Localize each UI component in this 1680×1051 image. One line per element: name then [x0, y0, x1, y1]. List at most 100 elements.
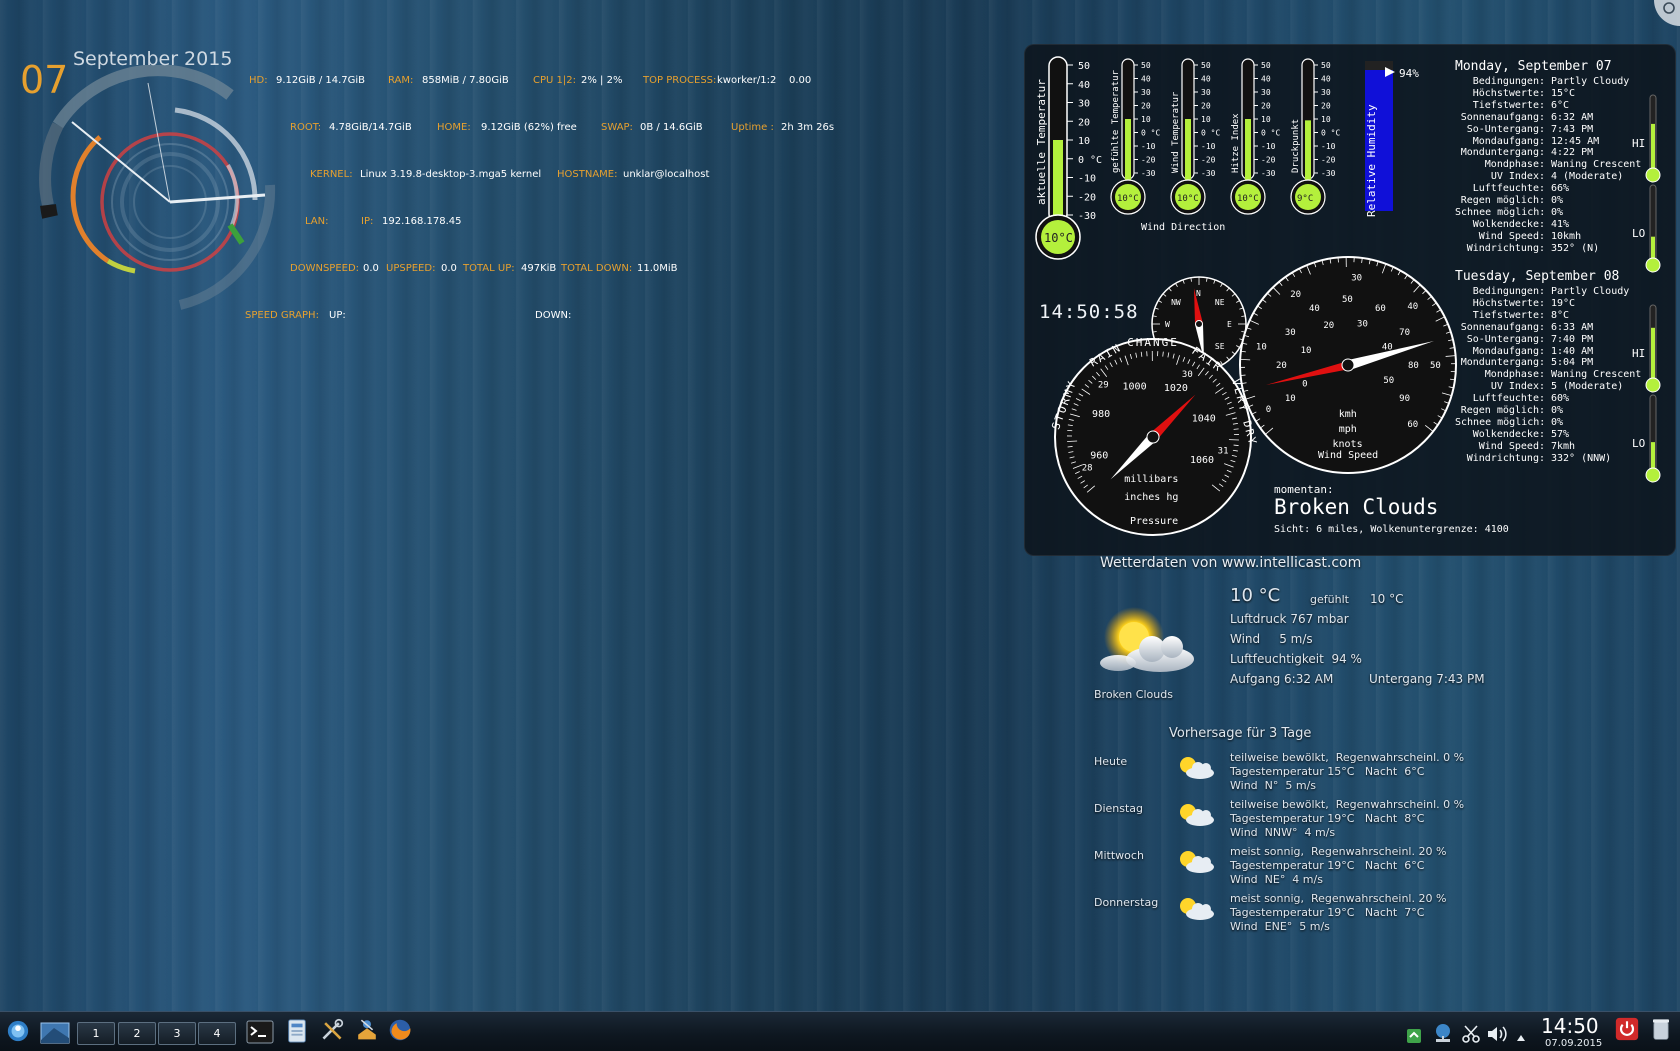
hostname-value: unklar@localhost	[623, 169, 709, 180]
forecast-day-1: Monday, September 07 Bedingungen:Partly …	[1455, 59, 1665, 255]
small-thermometer-scale-label: -30	[1201, 169, 1216, 178]
forecast-line-2: Tagestemperatur 19°C Nacht 8°C	[1230, 812, 1424, 825]
downspeed-label: DOWNSPEED:	[290, 263, 359, 274]
forecast-row-key: UV Index:	[1455, 381, 1545, 393]
pressure-hub	[1147, 431, 1159, 443]
system-settings-icon[interactable]	[318, 1018, 346, 1042]
desktop-toolbox-icon[interactable]	[1652, 0, 1680, 26]
forecast-row: Bedingungen:Partly Cloudy	[1455, 76, 1665, 88]
pressure-mb-label: 960	[1090, 450, 1108, 461]
taskbar-clock-date[interactable]: 07.09.2015	[1545, 1038, 1602, 1049]
forecast-row-value: 19°C	[1545, 298, 1575, 309]
uptime-label: Uptime :	[731, 122, 774, 133]
kernel-value: Linux 3.19.8-desktop-3.mga5 kernel	[360, 169, 541, 180]
wind-speed-scale-inner: 50	[1383, 376, 1394, 386]
software-manager-icon[interactable]	[352, 1017, 382, 1041]
forecast-row-value: 7:43 PM	[1545, 124, 1593, 135]
forecast-row: Windrichtung:332° (NNW)	[1455, 453, 1665, 465]
forecast-line-3: Wind N° 5 m/s	[1230, 779, 1316, 792]
wind-speed-unit: kmh	[1339, 409, 1357, 420]
small-thermometer-reading: 10°C	[1177, 194, 1199, 204]
compass-hub	[1196, 321, 1203, 328]
forecast-weather-icon	[1174, 894, 1216, 924]
forecast-row: Regen möglich:0%	[1455, 195, 1665, 207]
big-thermometer-scale-label: -30	[1078, 211, 1096, 222]
big-thermometer-scale-label: 0 °C	[1078, 155, 1102, 166]
forecast-row-value: 332° (NNW)	[1545, 453, 1611, 464]
forecast-line-2: Tagestemperatur 19°C Nacht 6°C	[1230, 859, 1424, 872]
small-thermometer-scale-label: -30	[1141, 169, 1156, 178]
total-up-value: 497KiB	[521, 263, 556, 274]
small-thermometer-scale-label: 30	[1141, 88, 1151, 97]
small-thermometer-fill	[1245, 119, 1251, 185]
hostname-label: HOSTNAME:	[557, 169, 617, 180]
forecast-row: Sonnenaufgang:6:33 AM	[1455, 322, 1665, 334]
desktop-2-button[interactable]: 2	[118, 1022, 156, 1045]
file-manager-icon[interactable]	[285, 1019, 309, 1043]
forecast-row-key: Wolkendecke:	[1455, 219, 1545, 231]
forecast-row: Höchstwerte:19°C	[1455, 298, 1665, 310]
wind-speed-scale-mid: 80	[1408, 361, 1419, 371]
big-thermometer-label: aktuelle Temperatur	[1035, 79, 1048, 205]
small-thermometer-scale-label: 10	[1321, 115, 1331, 124]
terminal-icon[interactable]	[246, 1020, 274, 1044]
pressure-title: Pressure	[1130, 516, 1178, 527]
small-thermometer-scale-label: 10	[1261, 115, 1271, 124]
forecast-day-name: Mittwoch	[1094, 849, 1144, 862]
desktop-1-button[interactable]: 1	[77, 1022, 115, 1045]
cpu-label: CPU 1|2:	[533, 75, 576, 86]
pressure-unit: millibars	[1124, 474, 1178, 485]
forecast-row-key: Schnee möglich:	[1455, 207, 1545, 219]
total-up-label: TOTAL UP:	[463, 263, 515, 274]
forecast-row: UV Index:4 (Moderate)	[1455, 171, 1665, 183]
forecast-line-3: Wind NNW° 4 m/s	[1230, 826, 1335, 839]
cpu-value: 2% | 2%	[581, 75, 622, 86]
home-value: 9.12GiB (62%) free	[481, 122, 577, 133]
forecast-row-value: 12:45 AM	[1545, 136, 1599, 147]
desktop-3-button[interactable]: 3	[158, 1022, 196, 1045]
compass-point-label: SE	[1215, 342, 1225, 351]
small-thermometer-scale-label: 40	[1261, 75, 1271, 84]
forecast-row-key: Luftfeuchte:	[1455, 183, 1545, 195]
desktop-4-button[interactable]: 4	[198, 1022, 236, 1045]
small-thermometer-scale-label: -10	[1261, 142, 1276, 151]
firefox-icon[interactable]	[386, 1018, 414, 1042]
app-menu-icon[interactable]	[5, 1019, 31, 1043]
trash-icon[interactable]	[1648, 1017, 1674, 1041]
forecast-row: Mondphase:Waning Crescent	[1455, 159, 1665, 171]
small-thermometer-scale-label: 10	[1141, 115, 1151, 124]
wind-speed-scale-inner: 30	[1357, 320, 1368, 330]
small-thermometer-scale-label: 50	[1321, 61, 1331, 70]
small-thermometer-scale-label: -20	[1261, 156, 1276, 165]
power-icon[interactable]	[1613, 1017, 1641, 1041]
show-desktop-icon[interactable]	[40, 1021, 70, 1045]
forecast-row-value: 41%	[1545, 219, 1569, 230]
small-thermometer-fill	[1185, 119, 1191, 185]
big-thermometer-scale-label: 40	[1078, 80, 1090, 91]
weather-sunset: Untergang 7:43 PM	[1369, 672, 1485, 686]
humidity-reading: 94%	[1399, 67, 1419, 80]
kernel-label: KERNEL:	[310, 169, 353, 180]
wind-speed-hub	[1342, 359, 1354, 371]
upspeed-label: UPSPEED:	[386, 263, 435, 274]
forecast-weather-icon	[1174, 753, 1216, 783]
small-thermometer-reading: 9°C	[1297, 194, 1313, 204]
forecast-line-2: Tagestemperatur 15°C Nacht 6°C	[1230, 765, 1424, 778]
wind-speed-scale-outer: 60	[1407, 420, 1418, 430]
small-thermometer-scale-label: 20	[1321, 102, 1331, 111]
uptime-value: 2h 3m 26s	[781, 122, 834, 133]
network-icon[interactable]	[1432, 1021, 1454, 1045]
forecast-row-key: Schnee möglich:	[1455, 417, 1545, 429]
update-icon[interactable]	[1406, 1024, 1422, 1048]
swap-value: 0B / 14.6GiB	[640, 122, 703, 133]
forecast-row-key: Bedingungen:	[1455, 286, 1545, 298]
tray-expand-icon[interactable]	[1515, 1026, 1527, 1050]
clipboard-icon[interactable]	[1461, 1022, 1481, 1046]
forecast-row-key: Regen möglich:	[1455, 195, 1545, 207]
taskbar-clock-time[interactable]: 14:50	[1541, 1014, 1599, 1038]
wind-speed-scale-outer: 20	[1290, 290, 1301, 300]
volume-icon[interactable]	[1486, 1022, 1508, 1046]
day2-hi-label: HI	[1632, 347, 1645, 360]
day2-lo-label: LO	[1632, 437, 1645, 450]
wind-speed-scale-outer: 30	[1351, 273, 1362, 283]
